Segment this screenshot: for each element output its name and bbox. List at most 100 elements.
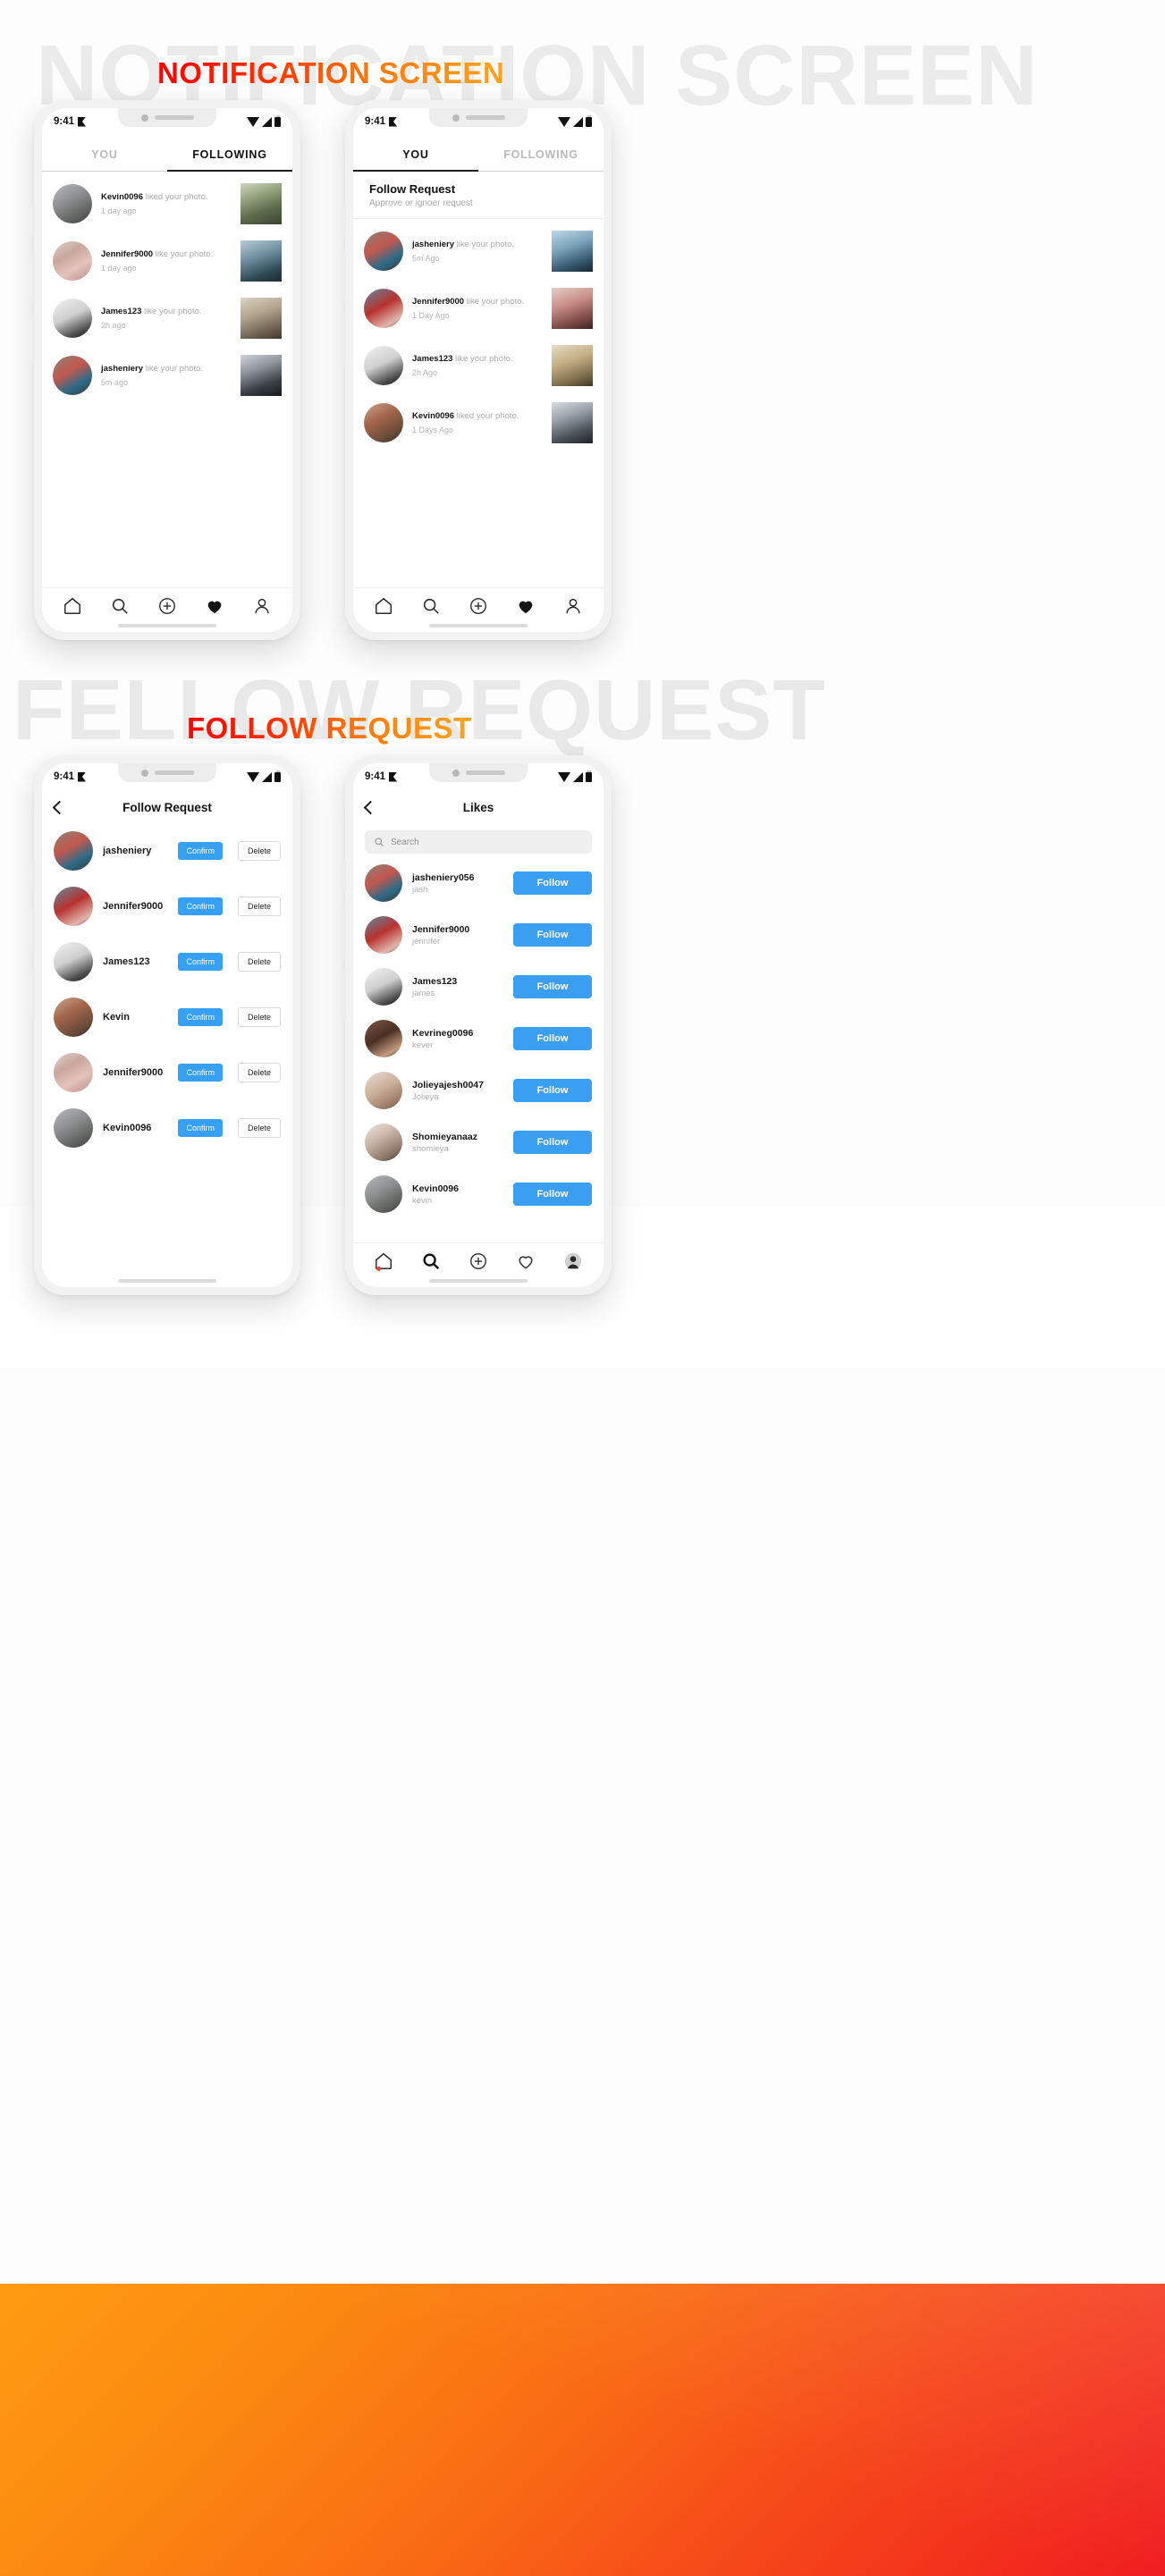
request-username[interactable]: Kevin0096 [103, 1123, 168, 1133]
nav-add-icon[interactable] [469, 1251, 488, 1271]
user-handle: kevin [412, 1195, 433, 1206]
avatar[interactable] [365, 1072, 402, 1109]
nav-search-icon[interactable] [421, 1251, 441, 1271]
nav-profile-icon[interactable] [252, 596, 272, 616]
notification-username[interactable]: Jennifer9000 [412, 297, 464, 307]
delete-button[interactable]: Delete [237, 1063, 281, 1082]
avatar[interactable] [54, 1108, 93, 1148]
request-username[interactable]: Kevin [103, 1012, 168, 1023]
avatar[interactable] [54, 942, 93, 981]
notification-username[interactable]: jasheniery [101, 364, 143, 374]
post-thumbnail[interactable] [241, 240, 282, 282]
confirm-button[interactable]: Confirm [178, 1119, 223, 1137]
notification-username[interactable]: Jennifer9000 [101, 249, 153, 259]
confirm-button[interactable]: Confirm [178, 1008, 223, 1026]
search-input[interactable]: Search [365, 830, 592, 854]
notification-row[interactable]: Jennifer9000 like your photo. 1 day ago [42, 232, 292, 290]
notification-row[interactable]: James123 like your photo. 2h ago [42, 290, 292, 347]
post-thumbnail[interactable] [241, 298, 282, 339]
notification-username[interactable]: jasheniery [412, 240, 454, 249]
notification-row[interactable]: Kevin0096 liked your photo. 1 day ago [42, 175, 292, 232]
notification-row[interactable]: jasheniery like your photo. 5m Ago [353, 223, 604, 280]
avatar[interactable] [365, 1124, 402, 1161]
post-thumbnail[interactable] [241, 355, 282, 396]
nav-activity-icon[interactable] [516, 1251, 536, 1271]
avatar[interactable] [365, 1020, 402, 1057]
wifi-icon [247, 116, 259, 127]
post-thumbnail[interactable] [241, 183, 282, 224]
follow-button[interactable]: Follow [513, 1183, 592, 1206]
confirm-button[interactable]: Confirm [178, 953, 223, 971]
request-username[interactable]: Jennifer9000 [103, 901, 168, 912]
notification-text: James123 like your photo. 2h ago [101, 307, 232, 330]
nav-add-icon[interactable] [469, 596, 488, 616]
avatar[interactable] [54, 998, 93, 1037]
search-placeholder: Search [391, 837, 419, 847]
follow-request-banner[interactable]: Follow Request Approve or ignoer request [353, 172, 604, 219]
follow-button[interactable]: Follow [513, 1131, 592, 1154]
notification-row[interactable]: Kevin0096 liked your photo. 1 Days Ago [353, 394, 604, 451]
follow-button[interactable]: Follow [513, 975, 592, 998]
tab-following[interactable]: FOLLOWING [167, 140, 292, 172]
post-thumbnail[interactable] [552, 231, 593, 272]
follow-button[interactable]: Follow [513, 923, 592, 947]
avatar[interactable] [365, 968, 402, 1006]
notification-username[interactable]: Kevin0096 [101, 192, 143, 202]
request-username[interactable]: Jennifer9000 [103, 1067, 168, 1078]
post-thumbnail[interactable] [552, 345, 593, 386]
delete-button[interactable]: Delete [237, 1118, 281, 1138]
confirm-button[interactable]: Confirm [178, 1064, 223, 1082]
user-info: Kevin0096 kevin [412, 1183, 503, 1206]
signal-icon [573, 771, 583, 782]
nav-add-icon[interactable] [157, 596, 177, 616]
delete-button[interactable]: Delete [237, 1007, 281, 1027]
delete-button[interactable]: Delete [237, 897, 281, 916]
post-thumbnail[interactable] [552, 288, 593, 329]
home-indicator [118, 1279, 216, 1283]
nav-home-icon[interactable] [374, 1251, 393, 1271]
avatar[interactable] [365, 916, 402, 954]
post-thumbnail[interactable] [552, 402, 593, 443]
avatar[interactable] [54, 831, 93, 871]
nav-profile-icon[interactable] [563, 596, 583, 616]
nav-search-icon[interactable] [421, 596, 441, 616]
back-chevron-icon[interactable] [52, 800, 67, 815]
delete-button[interactable]: Delete [237, 952, 281, 972]
notification-list: Kevin0096 liked your photo. 1 day ago Jenn… [42, 172, 292, 404]
avatar[interactable] [54, 1053, 93, 1092]
request-username[interactable]: James123 [103, 956, 168, 967]
notification-username[interactable]: James123 [101, 307, 141, 316]
confirm-button[interactable]: Confirm [178, 897, 223, 915]
nav-search-icon[interactable] [110, 596, 130, 616]
delete-button[interactable]: Delete [237, 841, 281, 861]
notification-text: Jennifer9000 like your photo. 1 day ago [101, 249, 232, 273]
nav-activity-icon[interactable] [205, 596, 224, 616]
notification-username[interactable]: James123 [412, 354, 452, 364]
avatar[interactable] [365, 1175, 402, 1213]
follow-button[interactable]: Follow [513, 1027, 592, 1050]
notification-row[interactable]: jasheniery like your photo. 5m ago [42, 347, 292, 404]
follow-button[interactable]: Follow [513, 871, 592, 895]
nav-profile-icon[interactable] [563, 1251, 583, 1271]
notification-row[interactable]: Jennifer9000 like your photo. 1 Day Ago [353, 280, 604, 337]
notification-username[interactable]: Kevin0096 [412, 411, 454, 421]
tab-you[interactable]: YOU [42, 140, 167, 172]
avatar[interactable] [54, 887, 93, 926]
status-bar: 9:41 [353, 763, 604, 790]
nav-activity-icon[interactable] [516, 596, 536, 616]
user-name: James123 [412, 975, 458, 987]
hero-title-follow-request: FOLLOW REQUEST [187, 711, 472, 745]
request-username[interactable]: jasheniery [103, 846, 168, 856]
nav-home-icon[interactable] [63, 596, 82, 616]
avatar[interactable] [365, 864, 402, 902]
tab-following[interactable]: FOLLOWING [478, 140, 604, 172]
like-user-row: jasheniery056 jash Follow [353, 857, 604, 909]
notification-row[interactable]: James123 like your photo. 2h Ago [353, 337, 604, 394]
tab-you[interactable]: YOU [353, 140, 478, 172]
confirm-button[interactable]: Confirm [178, 842, 223, 860]
user-name: Jennifer9000 [412, 923, 470, 935]
back-chevron-icon[interactable] [363, 800, 378, 815]
nav-home-icon[interactable] [374, 596, 393, 616]
flag-icon [389, 771, 398, 782]
follow-button[interactable]: Follow [513, 1079, 592, 1102]
